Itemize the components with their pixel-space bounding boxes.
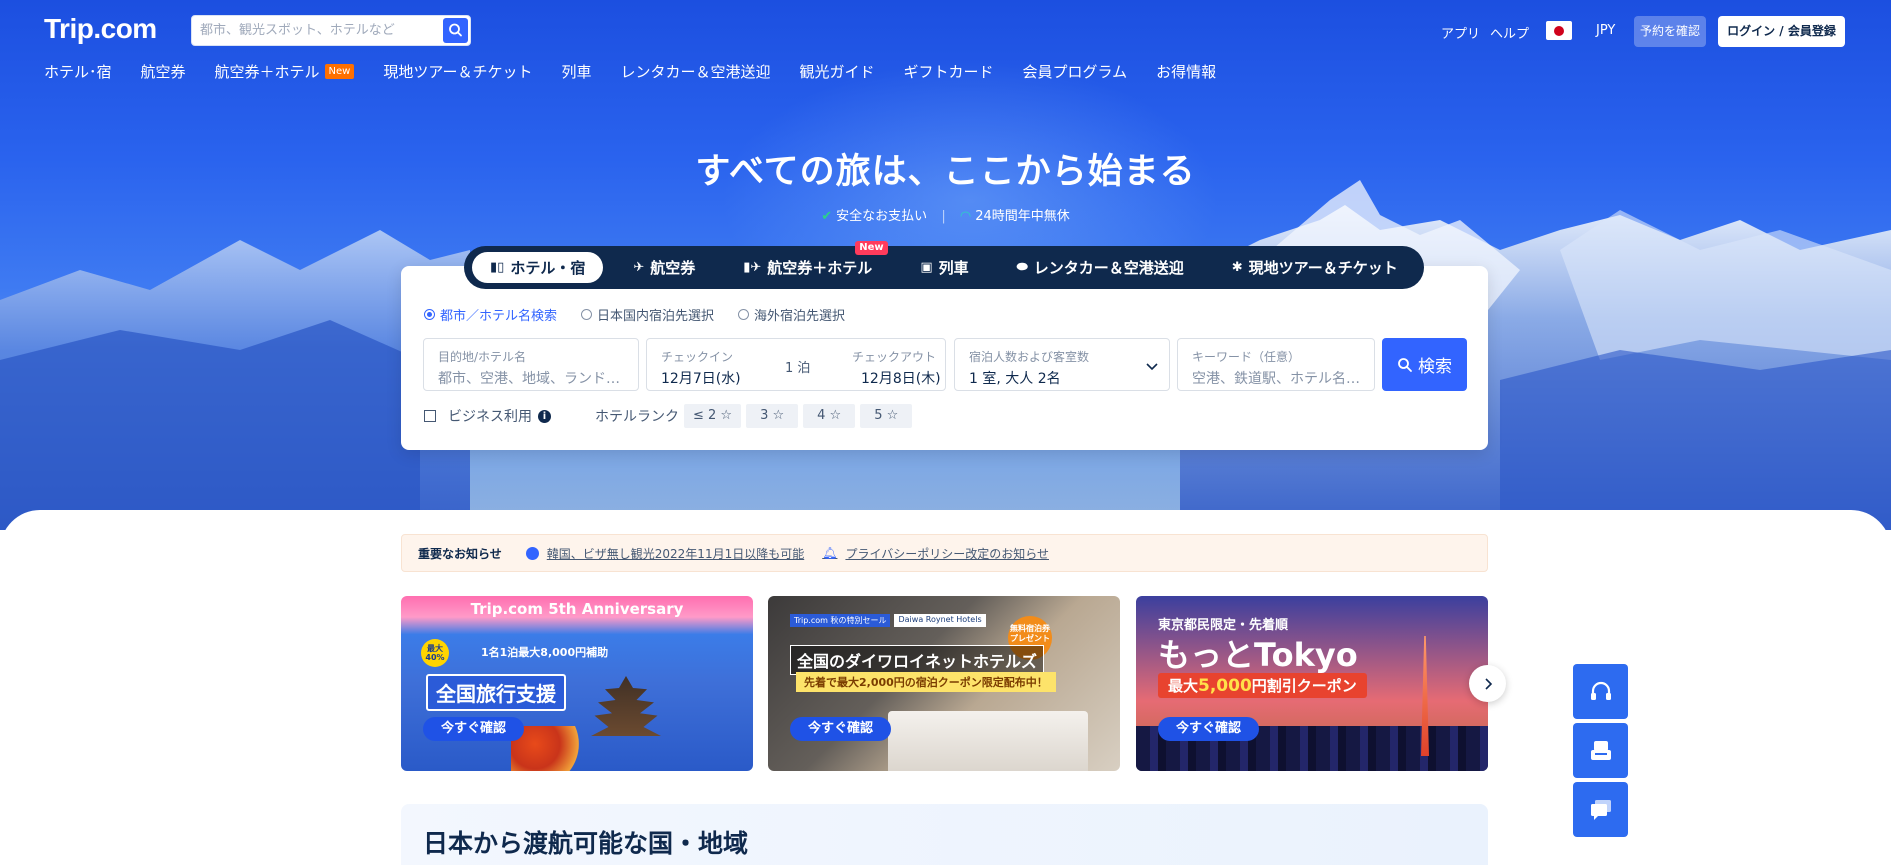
radio-domestic[interactable]: 日本国内宿泊先選択	[581, 305, 714, 324]
header-search	[191, 15, 471, 46]
date-field[interactable]: チェックイン 12月7日(水) 1 泊 チェックアウト 12月8日(木)	[646, 338, 946, 391]
countries-section: 日本から渡航可能な国・地域	[401, 804, 1488, 865]
notice-title: 重要なお知らせ	[418, 546, 502, 561]
destination-field[interactable]: 目的地/ホテル名 都市、空港、地域、ランド…	[423, 338, 639, 391]
nav-trains[interactable]: 列車	[561, 60, 591, 82]
chat-icon	[1590, 799, 1611, 820]
app-link[interactable]: アプリ	[1441, 23, 1480, 42]
hotel-rank-label: ホテルランク	[595, 409, 679, 425]
radio-overseas[interactable]: 海外宿泊先選択	[738, 305, 845, 324]
nav-car-rental[interactable]: レンタカー＆空港送迎	[620, 60, 770, 82]
search-type-radios: 都市／ホテル名検索 日本国内宿泊先選択 海外宿泊先選択	[424, 305, 869, 324]
search-options: ビジネス利用 i ホテルランク ≤ 2 ☆ 3 ☆ 4 ☆ 5 ☆	[424, 404, 913, 428]
destination-input[interactable]: 都市、空港、地域、ランド…	[438, 368, 620, 388]
main-nav: ホテル･宿 航空券 航空券＋ホテル New 現地ツアー＆チケット 列車 レンタカー…	[44, 60, 1245, 82]
business-label: ビジネス利用	[448, 409, 532, 425]
banner-cta-button[interactable]: 今すぐ確認	[423, 717, 525, 741]
banner-daiwa-roynet[interactable]: Trip.com 秋の特別セール Daiwa Roynet Hotels 無料宿…	[768, 596, 1120, 771]
app-download-button[interactable]	[1573, 723, 1628, 778]
globe-icon	[525, 546, 539, 560]
hero-subtitle: ✔ 安全なお支払い | ◠ 24時間年中無休	[821, 209, 1070, 224]
train-icon: ▣	[920, 260, 933, 275]
search-icon	[449, 23, 462, 37]
headset-icon: ◠	[959, 209, 972, 224]
new-badge: New	[324, 63, 355, 79]
checkout-date[interactable]: 12月8日(木)	[861, 368, 941, 388]
notice-link-privacy[interactable]: 🔔︎ プライバシーポリシー改定のお知らせ	[822, 545, 1049, 562]
keyword-field[interactable]: キーワード（任意） 空港、鉄道駅、ホテル名…	[1177, 338, 1375, 391]
nav-membership[interactable]: 会員プログラム	[1023, 60, 1128, 82]
tab-hotels[interactable]: ▮▯ ホテル・宿	[472, 252, 604, 283]
banner-national-travel[interactable]: Trip.com 5th Anniversary 最大40% 1名1泊最大8,0…	[401, 596, 753, 771]
customer-support-button[interactable]	[1573, 664, 1628, 719]
confirm-booking-button[interactable]: 予約を確認	[1634, 16, 1706, 47]
pagoda-image	[591, 676, 661, 736]
app-icon	[1590, 740, 1611, 760]
nav-tours[interactable]: 現地ツアー＆チケット	[383, 60, 532, 82]
nav-flights[interactable]: 航空券	[141, 60, 186, 82]
header-search-input[interactable]	[200, 23, 430, 38]
chevron-down-icon	[1146, 363, 1158, 371]
tokyo-tower-image	[1421, 636, 1429, 756]
guests-field[interactable]: 宿泊人数および客室数 1 室, 大人 2名	[954, 338, 1170, 391]
new-tag: New	[855, 241, 888, 255]
tab-tours[interactable]: ✱ 現地ツアー＆チケット	[1214, 252, 1416, 283]
plane-icon: ✈	[633, 260, 645, 275]
nav-flight-hotel[interactable]: 航空券＋ホテル New	[215, 60, 355, 82]
search-tabs: ▮▯ ホテル・宿 ✈ 航空券 ▮✈ 航空券＋ホテル New ▣ 列車 ⬬ レンタカー＆空港送…	[464, 241, 1424, 289]
nav-deals[interactable]: お得情報	[1156, 60, 1216, 82]
nav-hotels[interactable]: ホテル･宿	[44, 60, 112, 82]
bell-icon: 🔔︎	[822, 546, 838, 560]
banner-cta-button[interactable]: 今すぐ確認	[1158, 717, 1260, 741]
search-button[interactable]: 検索	[1382, 338, 1467, 391]
tab-flight-hotel[interactable]: ▮✈ 航空券＋ホテル New	[725, 241, 890, 283]
shield-check-icon: ✔	[821, 209, 833, 224]
trip-logo[interactable]: Trip.com	[44, 13, 157, 45]
chevron-right-icon	[1484, 677, 1492, 690]
star-filter-3[interactable]: 3 ☆	[746, 404, 799, 428]
help-link[interactable]: ヘルプ	[1490, 23, 1529, 42]
guests-value: 1 室, 大人 2名	[969, 371, 1061, 387]
login-button[interactable]: ログイン / 会員登録	[1718, 16, 1845, 47]
tab-flights[interactable]: ✈ 航空券	[615, 252, 713, 283]
star-filter-4[interactable]: 4 ☆	[803, 404, 856, 428]
top-bar: Trip.com アプリ ヘルプ JPY 予約を確認 ログイン / 会員登録	[0, 0, 1891, 60]
star-filter-2[interactable]: ≤ 2 ☆	[684, 404, 742, 428]
feedback-button[interactable]	[1573, 782, 1628, 837]
notice-link-korea[interactable]: 韓国、ビザ無し観光2022年11月1日以降も可能	[525, 545, 804, 562]
star-filter-5[interactable]: 5 ☆	[860, 404, 913, 428]
japan-flag-icon[interactable]	[1546, 21, 1572, 40]
keyword-input[interactable]: 空港、鉄道駅、ホテル名…	[1192, 368, 1360, 388]
notice-bar: 重要なお知らせ 韓国、ビザ無し観光2022年11月1日以降も可能 🔔︎ プライバシ…	[401, 534, 1488, 572]
nights-count: 1 泊	[785, 361, 811, 376]
tab-trains[interactable]: ▣ 列車	[902, 252, 986, 283]
carousel-next-button[interactable]	[1469, 665, 1506, 702]
info-icon[interactable]: i	[538, 409, 551, 423]
currency-selector[interactable]: JPY	[1596, 23, 1615, 38]
countries-title: 日本から渡航可能な国・地域	[423, 829, 749, 858]
tab-car-rental[interactable]: ⬬ レンタカー＆空港送迎	[999, 252, 1202, 283]
nav-guide[interactable]: 観光ガイド	[800, 60, 875, 82]
building-icon: ▮▯	[490, 260, 505, 275]
banner-cta-button[interactable]: 今すぐ確認	[790, 717, 892, 741]
hero-title: すべての旅は、ここから始まる	[695, 152, 1196, 192]
hotel-bed-image	[888, 711, 1088, 771]
nav-gift-card[interactable]: ギフトカード	[904, 60, 994, 82]
radio-city-hotel[interactable]: 都市／ホテル名検索	[424, 305, 557, 324]
business-checkbox[interactable]	[424, 410, 436, 422]
checkin-date[interactable]: 12月7日(水)	[661, 368, 741, 388]
building-plane-icon: ▮✈	[743, 260, 762, 275]
banner-motto-tokyo[interactable]: 東京都民限定・先着順 もっとTokyo 最大5,000円割引クーポン 今すぐ確認	[1136, 596, 1488, 771]
search-icon	[1398, 357, 1412, 372]
headset-icon	[1590, 681, 1611, 700]
header-search-button[interactable]	[443, 18, 468, 43]
ticket-icon: ✱	[1231, 260, 1243, 275]
car-icon: ⬬	[1016, 260, 1028, 275]
